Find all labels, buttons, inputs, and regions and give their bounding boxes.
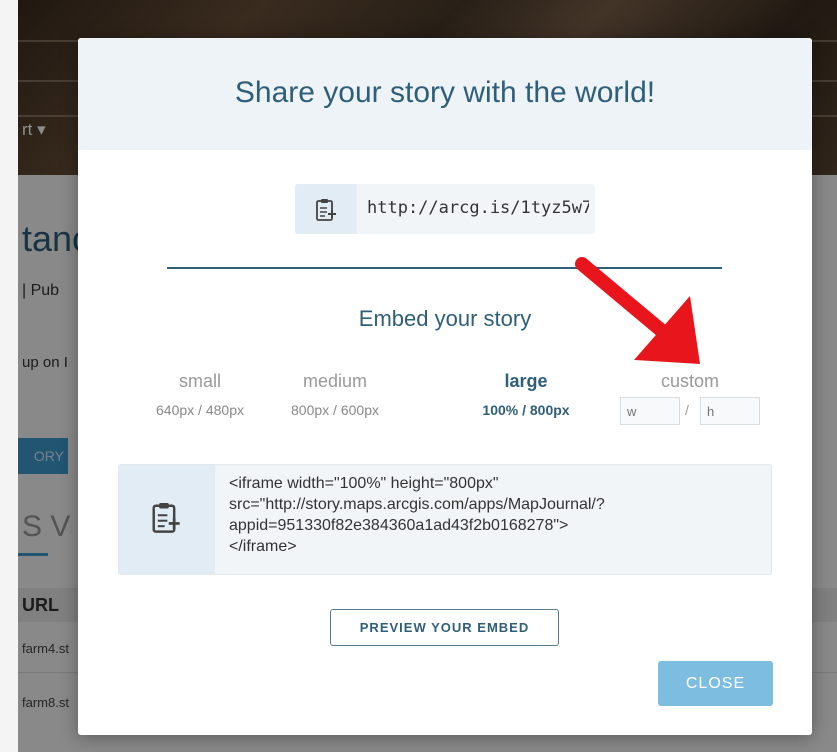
red-arrow-annotation (575, 257, 700, 364)
size-option-small[interactable]: small 640px / 480px (135, 371, 265, 418)
size-dimensions: 100% / 800px (482, 402, 570, 418)
size-dimensions: 640px / 480px (156, 402, 244, 418)
custom-height-input[interactable] (700, 397, 760, 425)
custom-width-input[interactable] (620, 397, 680, 425)
size-name: small (178, 371, 221, 391)
size-option-medium[interactable]: medium 800px / 600px (270, 371, 400, 418)
size-name: medium (302, 371, 368, 391)
background-left-strip (0, 0, 18, 752)
size-name: custom (660, 371, 720, 391)
copy-embed-button[interactable] (119, 465, 215, 574)
size-name: large (504, 371, 548, 391)
size-dimensions: 800px / 600px (291, 402, 379, 418)
share-link-url[interactable]: http://arcg.is/1tyz5w7 (367, 198, 589, 218)
custom-size-separator: / (685, 402, 689, 418)
embed-code-box: <iframe width="100%" height="800px" src=… (118, 464, 772, 575)
close-button[interactable]: CLOSE (658, 661, 773, 706)
copy-link-button[interactable] (295, 184, 357, 234)
share-dialog: Share your story with the world! http://… (78, 38, 812, 735)
size-option-custom[interactable]: custom (625, 371, 755, 392)
clipboard-icon (152, 503, 180, 533)
share-link-box: http://arcg.is/1tyz5w7 (295, 184, 595, 234)
size-option-large[interactable]: large 100% / 800px (461, 371, 591, 418)
preview-embed-button[interactable]: PREVIEW YOUR EMBED (330, 609, 559, 646)
clipboard-icon (316, 199, 336, 221)
dialog-title: Share your story with the world! (234, 76, 656, 109)
embed-code-text[interactable]: <iframe width="100%" height="800px" src=… (229, 473, 759, 557)
